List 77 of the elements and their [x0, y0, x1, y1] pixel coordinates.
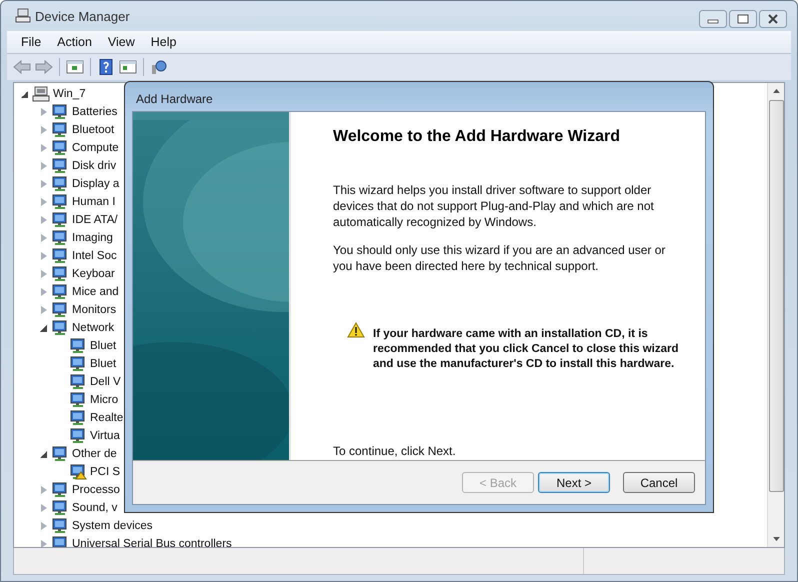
scroll-up-icon[interactable] [772, 88, 780, 93]
tree-item[interactable]: Display a [72, 178, 120, 190]
wizard-instruction: To continue, click Next. [333, 444, 456, 458]
tree-item[interactable]: IDE ATA/ [72, 214, 118, 226]
monitor-icon [51, 482, 69, 498]
monitor-icon [51, 500, 69, 516]
monitor-icon [69, 392, 87, 408]
tree-item[interactable]: Sound, v [72, 502, 118, 514]
tree-item[interactable]: Monitors [72, 304, 116, 316]
tree-item[interactable]: Realte [90, 412, 124, 424]
forward-arrow-icon[interactable] [35, 59, 53, 75]
help-icon[interactable] [97, 59, 115, 75]
tree-item[interactable]: Imaging [72, 232, 113, 244]
tree-item[interactable]: System devices [72, 520, 153, 532]
monitor-icon [51, 176, 69, 192]
tree-item[interactable]: Bluet [90, 358, 116, 370]
warning-text: If your hardware came with an installation CD, it is recommended that you click Cancel to close this wizard and use the manufacturer's CD to install this hardware. [373, 327, 680, 372]
window-icon[interactable] [119, 59, 137, 75]
tree-item[interactable]: PCI S [90, 466, 120, 478]
monitor-icon [51, 320, 69, 336]
tree-item[interactable]: Network [72, 322, 114, 334]
tree-item[interactable]: Compute [72, 142, 119, 154]
dialog-title: Add Hardware [135, 91, 214, 108]
monitor-icon [51, 446, 69, 462]
warning-icon [347, 322, 365, 338]
tree-item[interactable]: Universal Serial Bus controllers [72, 538, 232, 547]
maximize-icon[interactable] [729, 10, 757, 28]
tree-item[interactable]: Win_7 [53, 88, 86, 100]
tree-item[interactable]: Keyboar [72, 268, 115, 280]
computer-icon [15, 8, 31, 24]
window-title: Device Manager [35, 8, 130, 24]
tree-item[interactable]: Dell V [90, 376, 121, 388]
properties-icon[interactable] [66, 59, 84, 75]
wizard-button[interactable]: Cancel [623, 472, 695, 493]
monitor-icon [69, 428, 87, 444]
tree-item[interactable]: Disk driv [72, 160, 116, 172]
monitor-icon [51, 518, 69, 534]
tree-item[interactable]: Bluetoot [72, 124, 114, 136]
tree-item[interactable]: Other de [72, 448, 117, 460]
monitor-icon [51, 302, 69, 318]
wizard-paragraph: You should only use this wizard if you are an advanced user or you have been directed here by technical support. [333, 242, 666, 274]
back-arrow-icon[interactable] [13, 59, 31, 75]
menu-item[interactable]: Help [144, 35, 182, 49]
monitor-icon [51, 212, 69, 228]
tree-item[interactable]: Intel Soc [72, 250, 117, 262]
monitor-icon [51, 104, 69, 120]
menu-item[interactable]: File [15, 35, 48, 49]
monitor-icon [51, 284, 69, 300]
tree-item[interactable]: Batteries [72, 106, 118, 118]
menu-item[interactable]: Action [51, 35, 98, 49]
menu-item[interactable]: View [102, 35, 141, 49]
minimize-icon[interactable] [699, 10, 727, 28]
monitor-icon [51, 266, 69, 282]
monitor-icon [51, 194, 69, 210]
tree-item[interactable]: Mice and [72, 286, 119, 298]
wizard-paragraph: This wizard helps you install driver software to support older devices that do not support Plug-and-Play and which are not automatically recognized by Windows. [333, 182, 655, 230]
tree-item[interactable]: Micro [90, 394, 118, 406]
monitor-icon [69, 356, 87, 372]
tree-item[interactable]: Bluet [90, 340, 116, 352]
monitor-icon [69, 410, 87, 426]
monitor-icon [51, 158, 69, 174]
scroll-down-icon[interactable] [772, 537, 780, 542]
tree-item[interactable]: Processo [72, 484, 120, 496]
tree-item[interactable]: Human I [72, 196, 116, 208]
wizard-heading: Welcome to the Add Hardware Wizard [333, 128, 622, 146]
monitor-icon [51, 248, 69, 264]
computer-icon [32, 86, 50, 102]
tree-item[interactable]: Virtua [90, 430, 120, 442]
monitor-icon [51, 122, 69, 138]
close-icon[interactable] [759, 10, 787, 28]
monitor-icon [51, 140, 69, 156]
scroll-bar[interactable] [767, 83, 784, 547]
wizard-button[interactable]: Next > [538, 472, 610, 493]
monitor-icon [69, 374, 87, 390]
monitor-icon [69, 338, 87, 354]
scan-icon[interactable] [150, 59, 168, 75]
monitor-icon [51, 230, 69, 246]
